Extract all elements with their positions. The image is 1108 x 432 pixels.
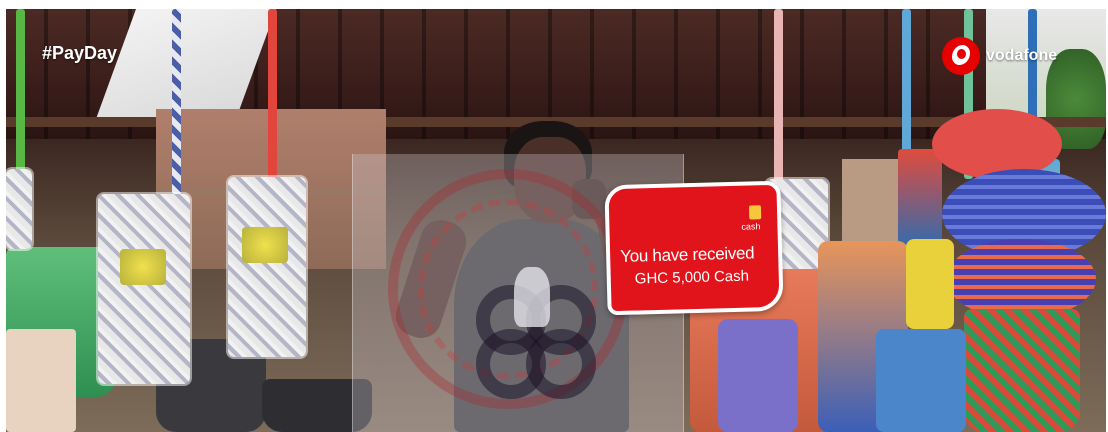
mop-label bbox=[242, 227, 288, 263]
plastic-chair bbox=[718, 319, 798, 432]
notification-amount: GHC 5,000 Cash bbox=[634, 267, 750, 288]
mop-head bbox=[98, 194, 190, 384]
woven-basket bbox=[964, 309, 1080, 432]
brand-name: vodafone bbox=[986, 47, 1058, 64]
yellow-container bbox=[906, 239, 954, 329]
basin-stack bbox=[946, 239, 1096, 319]
box bbox=[6, 329, 76, 432]
broom-head bbox=[898, 149, 942, 249]
vodafone-logo-icon bbox=[942, 37, 980, 75]
cash-icon-label: cash bbox=[741, 221, 761, 232]
hashtag-label: #PayDay bbox=[42, 43, 118, 63]
blue-container bbox=[876, 329, 966, 432]
mop-pole bbox=[268, 9, 277, 189]
basin-stack bbox=[932, 109, 1062, 179]
mop-head bbox=[6, 169, 32, 249]
cash-icon bbox=[748, 205, 762, 220]
mop-pole bbox=[172, 9, 181, 209]
watermark-figure bbox=[514, 267, 550, 327]
notification-message: You have received bbox=[619, 243, 755, 266]
payment-notification: cash You have received GHC 5,000 Cash bbox=[604, 180, 784, 316]
video-frame: cash You have received GHC 5,000 Cash #P… bbox=[6, 9, 1106, 432]
mop-pole bbox=[16, 9, 25, 189]
vodafone-logo-dot bbox=[957, 49, 966, 59]
mop-label bbox=[120, 249, 166, 285]
mop-pole bbox=[774, 9, 783, 189]
broom-pole bbox=[902, 9, 911, 159]
watermark-knot bbox=[526, 329, 596, 399]
mop-head bbox=[228, 177, 306, 357]
